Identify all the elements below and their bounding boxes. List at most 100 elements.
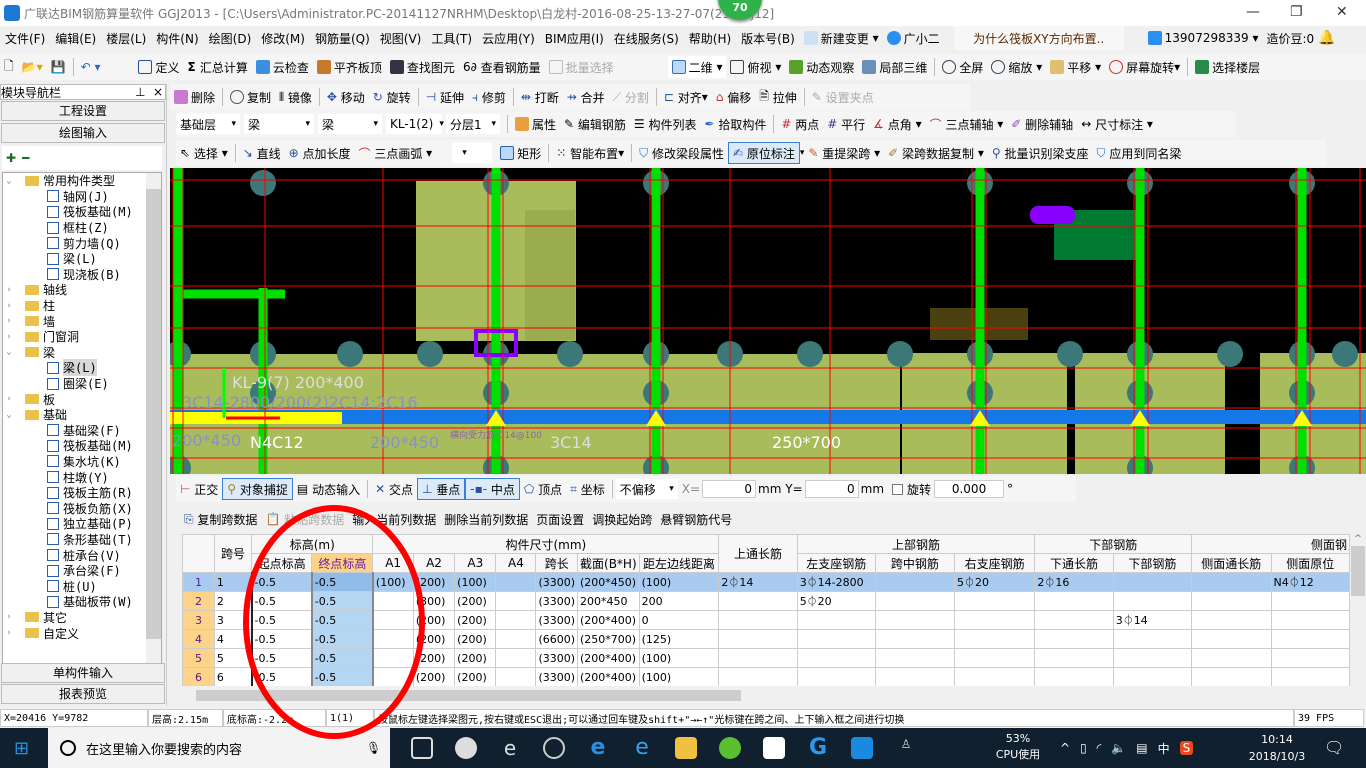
rotate-checkbox[interactable] bbox=[892, 483, 904, 495]
table-cell[interactable] bbox=[1034, 591, 1114, 611]
object-snap-toggle[interactable]: ⚲ 对象捕捉 bbox=[222, 478, 293, 500]
table-row[interactable]: 3 3 -0.5 -0.5 (200) (200) (3300) (200*400) 0 3⏀14 bbox=[182, 610, 1350, 630]
close-panel-icon[interactable]: × bbox=[153, 85, 163, 99]
table-cell[interactable]: (3300) bbox=[535, 667, 579, 686]
drawing-canvas[interactable]: KL-9(7) 200*400 3C14-2800/200(2)2C14;2C1… bbox=[165, 168, 1366, 481]
category-select[interactable]: 梁 bbox=[244, 114, 314, 134]
sogou-icon[interactable]: S bbox=[1179, 741, 1194, 755]
volume-icon[interactable]: 🔈 bbox=[1111, 741, 1126, 755]
delete-axis-button[interactable]: ✐ 删除辅轴 bbox=[1007, 113, 1077, 135]
battery-icon[interactable]: ▯ bbox=[1080, 741, 1087, 755]
tree-item[interactable]: 筏板负筋(X) bbox=[3, 500, 161, 516]
fan-app-icon[interactable] bbox=[455, 737, 477, 759]
intersection-snap[interactable]: ✕ 交点 bbox=[371, 478, 417, 500]
table-cell[interactable] bbox=[372, 667, 414, 686]
glodon-icon[interactable]: G bbox=[807, 737, 829, 759]
new-change-button[interactable]: 新建变更 ▾ bbox=[800, 27, 883, 49]
find-element-button[interactable]: 查找图元 bbox=[386, 56, 459, 78]
tree-item[interactable]: › 板 bbox=[3, 391, 161, 407]
table-cell[interactable] bbox=[1112, 667, 1193, 686]
tree-item[interactable]: ⌄ 常用构件类型 bbox=[3, 173, 161, 189]
page-setup-button[interactable]: 页面设置 bbox=[532, 508, 588, 530]
table-cell[interactable] bbox=[796, 648, 876, 668]
local-3d-button[interactable]: 局部三维 bbox=[858, 56, 931, 78]
properties-button[interactable]: 属性 bbox=[511, 113, 560, 135]
cantilever-code-button[interactable]: 悬臂钢筋代号 bbox=[656, 508, 736, 530]
table-cell[interactable]: (200) bbox=[412, 572, 456, 592]
report-preview-button[interactable]: 报表预览 bbox=[1, 684, 165, 704]
menu-help[interactable]: 帮助(H) bbox=[684, 30, 736, 47]
table-row[interactable]: 6 6 -0.5 -0.5 (200) (200) (3300) (200*400) (100) bbox=[182, 667, 1350, 686]
table-cell[interactable] bbox=[718, 591, 798, 611]
table-cell[interactable]: (3300) bbox=[535, 648, 579, 668]
single-component-input-button[interactable]: 单构件输入 bbox=[1, 663, 165, 683]
floor-select[interactable]: 基础层 bbox=[176, 114, 240, 134]
table-cell[interactable]: (200) bbox=[412, 610, 456, 630]
swap-start-span-button[interactable]: 调换起始跨 bbox=[588, 508, 656, 530]
menu-component[interactable]: 构件(N) bbox=[151, 30, 203, 47]
table-cell[interactable]: 2⏀16 bbox=[1034, 572, 1114, 592]
menu-edit[interactable]: 编辑(E) bbox=[50, 30, 101, 47]
table-cell[interactable]: 6 bbox=[213, 667, 253, 686]
table-cell[interactable]: (3300) bbox=[535, 610, 579, 630]
table-cell[interactable]: 2⏀14 bbox=[718, 572, 798, 592]
coordinate-snap[interactable]: ⌗ 坐标 bbox=[566, 478, 609, 500]
wifi-icon[interactable]: ◜ bbox=[1097, 741, 1102, 755]
menu-rebar[interactable]: 钢筋量(Q) bbox=[310, 30, 375, 47]
table-cell[interactable] bbox=[953, 667, 1036, 686]
table-cell[interactable]: (300) bbox=[412, 591, 456, 611]
table-cell[interactable]: (100) bbox=[638, 667, 720, 686]
save-button[interactable]: 💾 bbox=[47, 56, 70, 78]
table-cell[interactable]: 4 bbox=[213, 629, 253, 649]
table-cell[interactable]: (200) bbox=[412, 629, 456, 649]
expand-all-icon[interactable]: ✚ bbox=[6, 151, 16, 165]
chevron-down-icon[interactable]: ⌄ bbox=[3, 347, 15, 357]
menu-version[interactable]: 版本号(B) bbox=[736, 30, 800, 47]
column-header[interactable]: 起点标高 bbox=[251, 553, 313, 573]
menu-cloud[interactable]: 云应用(Y) bbox=[477, 30, 540, 47]
rotate-input[interactable]: 0.000 bbox=[934, 480, 1005, 498]
bell-icon[interactable]: 🔔 bbox=[1318, 30, 1335, 46]
extend-button[interactable]: ⊣ 延伸 bbox=[422, 86, 468, 108]
three-point-arc-button[interactable]: ⌒ 三点画弧 ▾ bbox=[355, 142, 437, 164]
two-point-axis-button[interactable]: # 两点 bbox=[777, 113, 823, 135]
tree-item[interactable]: 筏板基础(M) bbox=[3, 204, 161, 220]
column-header[interactable]: 侧面通长筋 bbox=[1191, 553, 1272, 573]
account-button[interactable]: 13907298339 ▾ bbox=[1144, 27, 1263, 49]
offset-select[interactable]: 不偏移 bbox=[615, 479, 678, 499]
table-cell[interactable]: 200 bbox=[638, 591, 720, 611]
chevron-right-icon[interactable]: › bbox=[3, 316, 15, 326]
table-cell[interactable]: (3300) bbox=[535, 591, 579, 611]
table-cell[interactable]: (200) bbox=[412, 667, 456, 686]
column-header[interactable]: 截面(B*H) bbox=[577, 553, 640, 573]
action-center-icon[interactable]: 🗨 bbox=[1324, 738, 1344, 757]
chevron-right-icon[interactable]: › bbox=[3, 628, 15, 638]
set-grip-button[interactable]: ✎ 设置夹点 bbox=[808, 86, 878, 108]
assistant-button[interactable]: 广小二 bbox=[883, 27, 944, 49]
chevron-down-icon[interactable]: ⌄ bbox=[3, 176, 15, 186]
table-cell[interactable] bbox=[1191, 629, 1272, 649]
delete-column-data-button[interactable]: 删除当前列数据 bbox=[440, 508, 532, 530]
table-cell[interactable] bbox=[1270, 591, 1350, 611]
type-select[interactable]: 梁 bbox=[318, 114, 382, 134]
task-view-icon[interactable] bbox=[411, 737, 433, 759]
tree-item[interactable]: 筏板基础(M) bbox=[3, 438, 161, 454]
column-header[interactable]: 跨中钢筋 bbox=[874, 553, 955, 573]
input-column-data-button[interactable]: 输入当前列数据 bbox=[348, 508, 440, 530]
tree-item[interactable]: 条形基础(T) bbox=[3, 532, 161, 548]
table-cell[interactable]: -0.5 bbox=[250, 591, 313, 611]
table-cell[interactable]: -0.5 bbox=[310, 667, 374, 686]
table-cell[interactable] bbox=[1112, 572, 1193, 592]
table-row[interactable]: 1 1 -0.5 -0.5 (100) (200) (100) (3300) (200*450)… bbox=[182, 572, 1350, 592]
column-header[interactable]: 距左边线距离 bbox=[638, 553, 720, 573]
batch-identify-support-button[interactable]: ⚲ 批量识别梁支座 bbox=[988, 142, 1093, 164]
table-cell[interactable]: (200*450) bbox=[577, 572, 640, 592]
tree-item[interactable]: 现浇板(B) bbox=[3, 267, 161, 283]
tree-item[interactable]: 基础梁(F) bbox=[3, 423, 161, 439]
column-header[interactable]: 终点标高 bbox=[311, 553, 374, 573]
collapse-all-icon[interactable]: ━ bbox=[22, 151, 29, 165]
table-cell[interactable] bbox=[874, 667, 955, 686]
new-file-button[interactable]: 🗋 bbox=[0, 56, 18, 78]
table-cell[interactable]: (200*400) bbox=[577, 610, 640, 630]
orbit-button[interactable]: 动态观察 bbox=[785, 56, 858, 78]
